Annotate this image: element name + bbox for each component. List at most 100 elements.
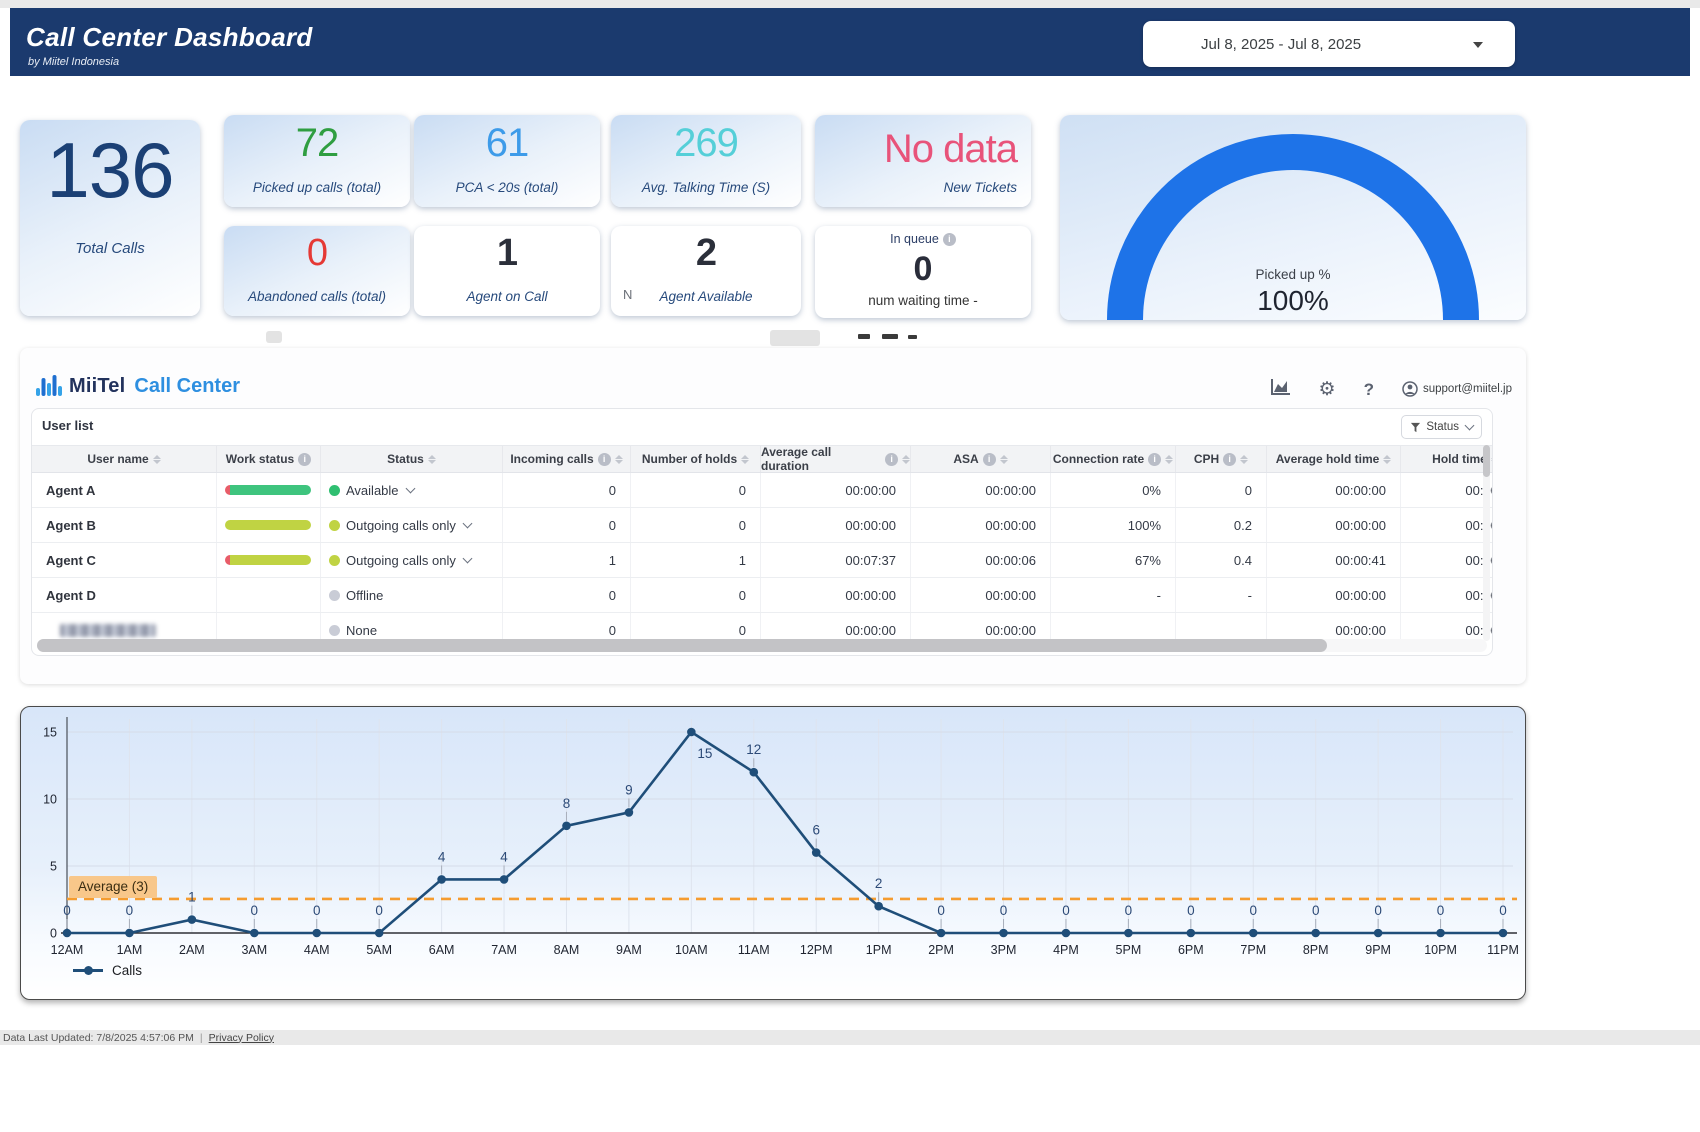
kpi-total-calls: 136 Total Calls: [20, 120, 200, 316]
column-header-asa[interactable]: ASA i: [911, 446, 1051, 472]
info-icon[interactable]: i: [1148, 452, 1162, 466]
privacy-policy-link[interactable]: Privacy Policy: [209, 1032, 274, 1044]
kpi-label: Agent Available: [659, 289, 753, 304]
kpi-label: New Tickets: [943, 180, 1017, 195]
sort-icon[interactable]: [741, 454, 750, 464]
cell-work-status: [217, 508, 321, 542]
sort-icon[interactable]: [1490, 454, 1492, 464]
user-list-title: User list: [42, 418, 94, 433]
svg-text:12AM: 12AM: [51, 943, 84, 957]
kpi-value: 0: [913, 250, 933, 288]
scrollbar-thumb[interactable]: [37, 639, 1327, 652]
sort-icon[interactable]: [427, 454, 436, 464]
column-header-connection-rate[interactable]: Connection rate i: [1051, 446, 1176, 472]
scrollbar-thumb[interactable]: [1483, 445, 1490, 477]
column-header-status[interactable]: Status: [321, 446, 503, 472]
column-header-incoming-calls[interactable]: Incoming calls i: [503, 446, 631, 472]
cell-avg_call: 00:00:00: [761, 508, 911, 542]
info-icon[interactable]: i: [885, 452, 898, 466]
svg-text:0: 0: [1187, 903, 1195, 918]
svg-text:12PM: 12PM: [800, 943, 833, 957]
gear-icon[interactable]: ⚙: [1319, 380, 1336, 399]
cell-hold: 00:00:00: [1401, 578, 1492, 612]
chevron-down-icon[interactable]: [405, 483, 415, 494]
chevron-down-icon[interactable]: [462, 553, 473, 564]
info-icon[interactable]: i: [597, 452, 611, 466]
sort-icon[interactable]: [1240, 454, 1249, 464]
sort-icon[interactable]: [999, 454, 1008, 464]
help-icon[interactable]: ?: [1364, 381, 1374, 398]
hourly-calls-chart-card: 0 0 1 0 0 0 4 4 8 9 15 12 6 2 0 0 0 0 0 0 0 0 0 0 0 5 10 15 12AM 1AM 2…: [20, 706, 1526, 1000]
chart-legend: Calls: [73, 963, 142, 978]
svg-text:0: 0: [375, 903, 383, 918]
clipped-text-artifact: [858, 334, 870, 339]
horizontal-scrollbar[interactable]: [37, 639, 1487, 652]
cell-hold: 00:00:00: [1401, 473, 1492, 507]
svg-text:11PM: 11PM: [1487, 943, 1519, 957]
info-icon[interactable]: i: [1223, 452, 1237, 466]
column-header-average-call-duration[interactable]: Average call duration i: [761, 445, 911, 473]
svg-text:5: 5: [50, 860, 57, 874]
bar-chart-logo-icon: [36, 375, 62, 396]
svg-text:9PM: 9PM: [1365, 943, 1391, 957]
info-icon[interactable]: i: [298, 452, 312, 466]
svg-text:5AM: 5AM: [366, 943, 392, 957]
kpi-title-row: In queue i: [825, 232, 1021, 246]
svg-text:0: 0: [1374, 903, 1382, 918]
svg-text:4PM: 4PM: [1053, 943, 1079, 957]
info-icon[interactable]: i: [942, 232, 956, 246]
svg-text:1PM: 1PM: [866, 943, 892, 957]
kpi-new-tickets: No data New Tickets: [815, 115, 1031, 207]
column-header-hold-time[interactable]: Hold time: [1401, 446, 1492, 472]
kpi-agent-on-call: 1 Agent on Call: [414, 226, 600, 316]
cell-avg_call: 00:00:00: [761, 473, 911, 507]
svg-text:4: 4: [500, 849, 508, 864]
column-header-cph[interactable]: CPH i: [1176, 446, 1267, 472]
vertical-scrollbar[interactable]: [1483, 445, 1490, 641]
sort-icon[interactable]: [614, 454, 623, 464]
cell-avg_call: 00:07:37: [761, 543, 911, 577]
sort-icon[interactable]: [902, 454, 910, 464]
svg-text:2PM: 2PM: [928, 943, 954, 957]
clipped-widget-artifact: [770, 330, 820, 346]
account-menu[interactable]: support@miitel.jp: [1402, 381, 1512, 397]
sort-icon[interactable]: [1383, 454, 1392, 464]
product-name: Call Center: [134, 375, 240, 397]
svg-text:2AM: 2AM: [179, 943, 205, 957]
sort-icon[interactable]: [1165, 454, 1174, 464]
column-header-user-name[interactable]: User name: [32, 446, 217, 472]
svg-text:9: 9: [625, 782, 633, 797]
info-icon[interactable]: i: [982, 452, 996, 466]
status-dot: [329, 554, 340, 566]
cell-user-name: Agent A: [32, 473, 217, 507]
svg-text:8: 8: [563, 796, 571, 811]
cell-incoming: 0: [503, 508, 631, 542]
dashboard-canvas: Call Center Dashboard by Miitel Indonesi…: [0, 0, 1700, 1132]
filter-icon: [1411, 422, 1421, 432]
column-header-number-of-holds[interactable]: Number of holds: [631, 446, 761, 472]
svg-text:11AM: 11AM: [738, 943, 770, 957]
column-label: Average hold time: [1275, 452, 1380, 466]
column-header-work-status[interactable]: Work status i: [217, 446, 321, 472]
work-status-bar: [225, 520, 311, 530]
footer-bar: Data Last Updated: 7/8/2025 4:57:06 PM |…: [0, 1030, 1700, 1045]
chevron-down-icon[interactable]: [462, 518, 473, 529]
table-row: Agent D Offline 0 0 00:00:00 00:00:00- -00:00:…: [32, 578, 1492, 613]
table-row: Agent C Outgoing calls only 1 1 00:07:37 00:0…: [32, 543, 1492, 578]
sort-icon[interactable]: [152, 454, 161, 464]
column-label: Number of holds: [641, 452, 738, 466]
svg-text:6AM: 6AM: [429, 943, 455, 957]
svg-text:0: 0: [50, 927, 57, 941]
widget-toolbar: ⚙ ? support@miitel.jp: [1270, 378, 1512, 400]
table-row: Agent B Outgoing calls only 0 0 00:00:00 00:0…: [32, 508, 1492, 543]
date-range-picker[interactable]: Jul 8, 2025 - Jul 8, 2025: [1143, 21, 1515, 67]
svg-text:0: 0: [126, 903, 134, 918]
cell-cph: 0.2: [1176, 508, 1267, 542]
area-chart-icon[interactable]: [1270, 378, 1291, 400]
svg-text:0: 0: [1250, 903, 1258, 918]
work-status-bar: [225, 485, 311, 495]
column-header-average-hold-time[interactable]: Average hold time: [1267, 446, 1401, 472]
last-updated-text: Data Last Updated: 7/8/2025 4:57:06 PM: [3, 1031, 194, 1044]
clipped-text-artifact: [882, 334, 898, 339]
status-filter-button[interactable]: Status: [1401, 415, 1482, 439]
